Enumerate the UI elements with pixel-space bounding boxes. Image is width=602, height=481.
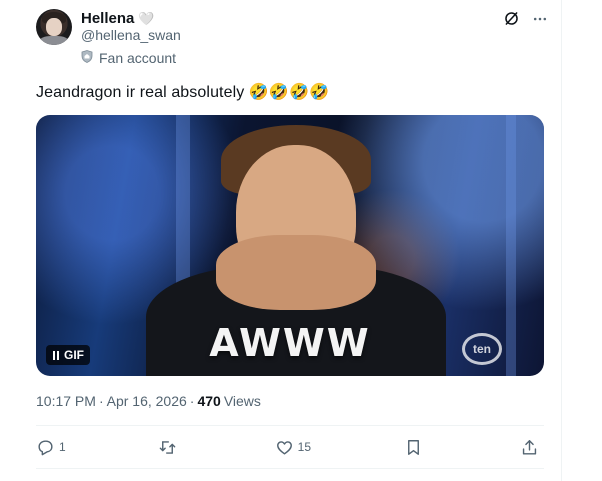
author-name-row[interactable]: Hellena 🤍 bbox=[81, 10, 155, 27]
bookmark-icon bbox=[404, 438, 423, 457]
gif-badge-label: GIF bbox=[64, 348, 84, 362]
bookmark-button[interactable] bbox=[404, 438, 428, 457]
divider bbox=[36, 468, 544, 469]
share-icon bbox=[520, 438, 539, 457]
channel-watermark: ten bbox=[462, 333, 502, 365]
like-count: 15 bbox=[297, 440, 312, 454]
gif-person-hands bbox=[216, 235, 376, 310]
grok-icon[interactable] bbox=[503, 10, 520, 27]
tweet-action-bar: 1 15 bbox=[36, 426, 544, 468]
name-emoji: 🤍 bbox=[138, 11, 155, 26]
like-button[interactable]: 15 bbox=[275, 438, 311, 457]
tweet-meta: 10:17 PM · Apr 16, 2026 · 470 Views bbox=[36, 393, 261, 409]
column-border bbox=[561, 0, 562, 481]
shield-icon bbox=[81, 50, 93, 66]
tweet-time[interactable]: 10:17 PM bbox=[36, 393, 96, 409]
repost-button[interactable] bbox=[158, 438, 182, 457]
tweet-media-gif[interactable]: AWWW ten GIF bbox=[36, 115, 544, 376]
tweet-text: Jeandragon ir real absolutely 🤣🤣🤣🤣 bbox=[36, 84, 329, 101]
fan-account-label: Fan account bbox=[81, 50, 176, 66]
views-count: 470 bbox=[197, 393, 221, 409]
user-handle[interactable]: @hellena_swan bbox=[81, 27, 181, 43]
fan-account-text: Fan account bbox=[99, 50, 177, 66]
gif-pause-button[interactable]: GIF bbox=[46, 345, 90, 365]
pause-icon bbox=[52, 350, 60, 360]
tweet[interactable]: Hellena 🤍 @hellena_swan Fan account Jean… bbox=[0, 0, 561, 481]
share-button[interactable] bbox=[520, 438, 544, 457]
avatar[interactable] bbox=[36, 9, 72, 45]
heart-icon bbox=[275, 438, 294, 457]
meta-separator: · bbox=[189, 393, 195, 409]
views-label: Views bbox=[223, 393, 261, 409]
more-icon[interactable] bbox=[532, 11, 548, 27]
tweet-top-actions bbox=[503, 10, 548, 27]
reply-button[interactable]: 1 bbox=[36, 438, 66, 457]
tweet-date[interactable]: Apr 16, 2026 bbox=[107, 393, 187, 409]
display-name[interactable]: Hellena bbox=[81, 10, 134, 27]
repost-icon bbox=[158, 438, 177, 457]
reply-count: 1 bbox=[59, 440, 66, 454]
reply-icon bbox=[36, 438, 55, 457]
meta-separator: · bbox=[98, 393, 104, 409]
